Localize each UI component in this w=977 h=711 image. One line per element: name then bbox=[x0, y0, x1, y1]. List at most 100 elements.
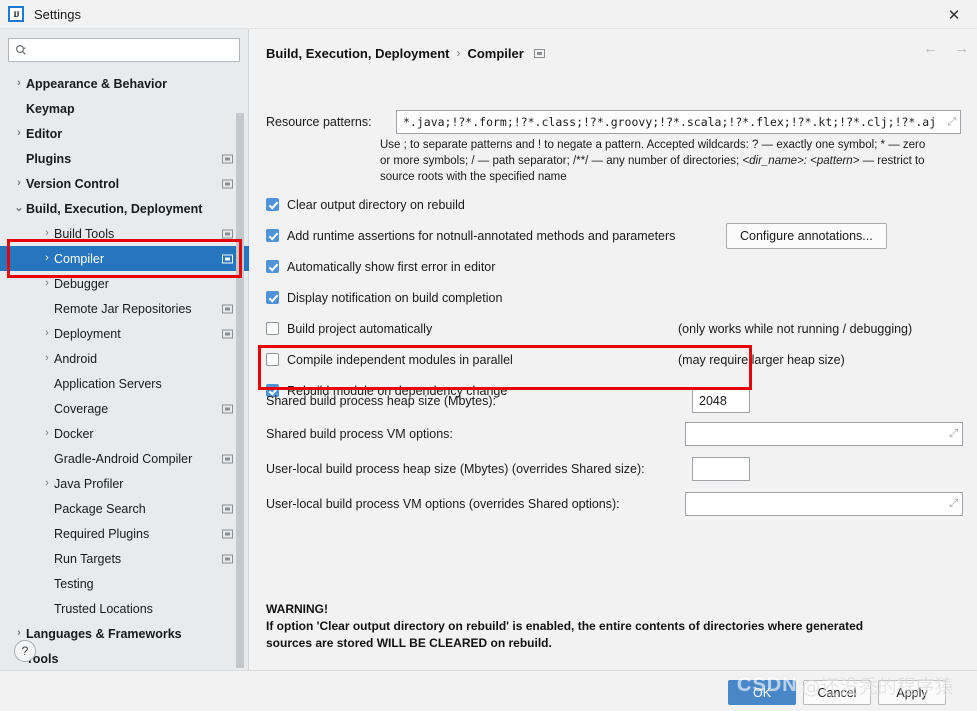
sidebar-item-label: Coverage bbox=[54, 401, 109, 416]
sidebar-item-coverage[interactable]: Coverage bbox=[0, 396, 249, 421]
breadcrumb-parent[interactable]: Build, Execution, Deployment bbox=[266, 46, 449, 61]
sidebar-item-android[interactable]: › Android bbox=[0, 346, 249, 371]
search-icon bbox=[15, 44, 27, 56]
chevron-right-icon[interactable]: › bbox=[40, 253, 54, 264]
sidebar-item-build-tools[interactable]: › Build Tools bbox=[0, 221, 249, 246]
option-label: Automatically show first error in editor bbox=[287, 259, 496, 274]
checkbox-checked[interactable] bbox=[266, 198, 279, 211]
ok-button[interactable]: OK bbox=[728, 680, 796, 705]
search-box[interactable] bbox=[8, 38, 240, 62]
sidebar-item-label: Gradle-Android Compiler bbox=[54, 451, 193, 466]
option-row[interactable]: Build project automatically (only works w… bbox=[266, 313, 967, 344]
sidebar-item-remote-jar-repositories[interactable]: Remote Jar Repositories bbox=[0, 296, 249, 321]
chevron-right-icon[interactable]: › bbox=[40, 328, 54, 339]
settings-main-panel: Build, Execution, Deployment › Compiler … bbox=[250, 29, 977, 670]
sidebar-item-label: Remote Jar Repositories bbox=[54, 301, 192, 316]
option-row[interactable]: Automatically show first error in editor bbox=[266, 251, 967, 282]
hint-line-2: or more symbols; / — path separator; /**… bbox=[380, 153, 969, 169]
sidebar-item-label: Docker bbox=[54, 426, 94, 441]
sidebar-scrollbar-thumb[interactable] bbox=[236, 113, 244, 668]
close-icon[interactable]: ✕ bbox=[931, 0, 977, 29]
sidebar-item-run-targets[interactable]: Run Targets bbox=[0, 546, 249, 571]
field-input[interactable] bbox=[692, 457, 750, 481]
chevron-right-icon[interactable]: › bbox=[12, 178, 26, 189]
field-input[interactable]: ⤢ bbox=[685, 492, 963, 516]
checkbox-checked[interactable] bbox=[266, 291, 279, 304]
checkbox-unchecked[interactable] bbox=[266, 322, 279, 335]
dialog-footer: OK Cancel Apply bbox=[0, 670, 977, 711]
sidebar-item-compiler[interactable]: › Compiler bbox=[0, 246, 249, 271]
sidebar-item-testing[interactable]: Testing bbox=[0, 571, 249, 596]
project-scope-icon bbox=[222, 529, 233, 538]
navigation-arrows: ← → bbox=[923, 41, 969, 56]
sidebar-item-application-servers[interactable]: Application Servers bbox=[0, 371, 249, 396]
sidebar-item-trusted-locations[interactable]: Trusted Locations bbox=[0, 596, 249, 621]
checkbox-unchecked[interactable] bbox=[266, 353, 279, 366]
sidebar-item-tools[interactable]: ›Tools bbox=[0, 646, 249, 670]
expand-editor-icon[interactable]: ⤢ bbox=[949, 498, 958, 511]
chevron-right-icon[interactable]: › bbox=[40, 228, 54, 239]
sidebar-item-version-control[interactable]: › Version Control bbox=[0, 171, 249, 196]
field-input[interactable]: ⤢ bbox=[685, 422, 963, 446]
option-row[interactable]: Add runtime assertions for notnull-annot… bbox=[266, 220, 967, 251]
sidebar-item-debugger[interactable]: › Debugger bbox=[0, 271, 249, 296]
checkbox-checked[interactable] bbox=[266, 229, 279, 242]
field-label: Shared build process heap size (Mbytes): bbox=[266, 394, 496, 408]
back-arrow-icon[interactable]: ← bbox=[923, 41, 938, 56]
sidebar-item-label: Package Search bbox=[54, 501, 146, 516]
search-input[interactable] bbox=[30, 42, 233, 58]
sidebar-item-label: Compiler bbox=[54, 251, 105, 266]
search-wrapper bbox=[0, 29, 248, 62]
project-scope-icon bbox=[222, 179, 233, 188]
project-scope-icon bbox=[222, 454, 233, 463]
option-note: (only works while not running / debuggin… bbox=[678, 321, 913, 336]
option-row[interactable]: Compile independent modules in parallel (… bbox=[266, 344, 967, 375]
hint-line-2b: — restrict to bbox=[859, 155, 925, 167]
chevron-right-icon[interactable]: › bbox=[40, 353, 54, 364]
sidebar-item-docker[interactable]: › Docker bbox=[0, 421, 249, 446]
help-button[interactable]: ? bbox=[14, 640, 36, 662]
sidebar-item-package-search[interactable]: Package Search bbox=[0, 496, 249, 521]
option-label: Clear output directory on rebuild bbox=[287, 197, 465, 212]
chevron-right-icon[interactable]: › bbox=[40, 478, 54, 489]
chevron-down-icon[interactable]: ⌄ bbox=[12, 203, 26, 214]
configure-annotations-button[interactable]: Configure annotations... bbox=[726, 222, 887, 249]
chevron-right-icon[interactable]: › bbox=[40, 428, 54, 439]
sidebar-item-appearance-behavior[interactable]: › Appearance & Behavior bbox=[0, 71, 249, 96]
expand-editor-icon[interactable]: ⤢ bbox=[949, 428, 958, 441]
chevron-right-icon[interactable]: › bbox=[12, 78, 26, 89]
settings-tree: › Appearance & Behavior Keymap › Editor Plugi… bbox=[0, 71, 249, 670]
field-input[interactable]: 2048 bbox=[692, 389, 750, 413]
sidebar-item-label: Required Plugins bbox=[54, 526, 150, 541]
chevron-right-icon[interactable]: › bbox=[12, 128, 26, 139]
hint-line-3: source roots with the specified name bbox=[380, 171, 567, 183]
sidebar-item-keymap[interactable]: Keymap bbox=[0, 96, 249, 121]
sidebar-item-languages-frameworks[interactable]: › Languages & Frameworks bbox=[0, 621, 249, 646]
sidebar-item-editor[interactable]: › Editor bbox=[0, 121, 249, 146]
option-row[interactable]: Display notification on build completion bbox=[266, 282, 967, 313]
expand-editor-icon[interactable]: ⤢ bbox=[947, 115, 956, 129]
checkbox-checked[interactable] bbox=[266, 260, 279, 273]
option-row[interactable]: Clear output directory on rebuild bbox=[266, 189, 967, 220]
sidebar-item-label: Android bbox=[54, 351, 98, 366]
chevron-right-icon[interactable]: › bbox=[12, 628, 26, 639]
sidebar-item-plugins[interactable]: Plugins bbox=[0, 146, 249, 171]
cancel-button[interactable]: Cancel bbox=[803, 680, 871, 705]
hint-line-1: Use ; to separate patterns and ! to nega… bbox=[380, 139, 926, 151]
settings-dialog: IJ Settings ✕ › Appearance & Behavior Keym… bbox=[0, 0, 977, 711]
sidebar-scrollbar-track[interactable] bbox=[236, 71, 246, 668]
forward-arrow-icon[interactable]: → bbox=[954, 41, 969, 56]
warning-line-2: sources are stored WILL BE CLEARED on re… bbox=[266, 636, 552, 650]
sidebar-item-build-execution-deployment[interactable]: ⌄ Build, Execution, Deployment bbox=[0, 196, 249, 221]
apply-button[interactable]: Apply bbox=[878, 680, 946, 705]
sidebar-item-required-plugins[interactable]: Required Plugins bbox=[0, 521, 249, 546]
breadcrumb: Build, Execution, Deployment › Compiler bbox=[266, 42, 965, 64]
sidebar-item-gradle-android-compiler[interactable]: Gradle-Android Compiler bbox=[0, 446, 249, 471]
breadcrumb-separator: › bbox=[456, 46, 461, 60]
option-label: Add runtime assertions for notnull-annot… bbox=[287, 228, 676, 243]
chevron-right-icon[interactable]: › bbox=[40, 278, 54, 289]
sidebar-item-label: Plugins bbox=[26, 151, 72, 166]
resource-patterns-input[interactable]: *.java;!?*.form;!?*.class;!?*.groovy;!?*… bbox=[396, 110, 961, 134]
sidebar-item-deployment[interactable]: › Deployment bbox=[0, 321, 249, 346]
sidebar-item-java-profiler[interactable]: › Java Profiler bbox=[0, 471, 249, 496]
